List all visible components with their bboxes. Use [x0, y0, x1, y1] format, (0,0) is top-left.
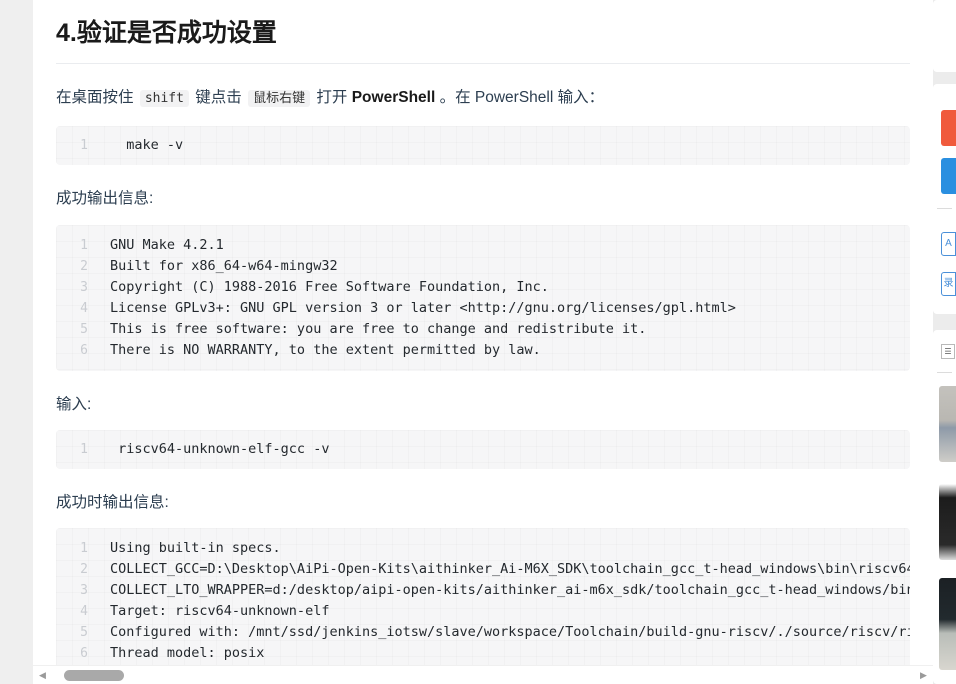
code-text: Thread model: posix [110, 644, 265, 661]
scroll-right-arrow-icon[interactable]: ▶ [914, 666, 933, 684]
code-text: There is NO WARRANTY, to the extent perm… [110, 341, 541, 358]
right-side-rail: A 录 ☰ [933, 0, 956, 684]
code-rows: 1 riscv64-unknown-elf-gcc -v [56, 430, 910, 469]
screen-root: 4.验证是否成功设置 在桌面按住 shift 键点击 鼠标右键 打开 Power… [0, 0, 956, 684]
code-line: 3 COLLECT_LTO_WRAPPER=d:/desktop/aipi-op… [56, 580, 910, 601]
thumbnail-item-2[interactable] [939, 484, 956, 560]
line-number: 6 [80, 645, 88, 661]
code-text: Configured with: /mnt/ssd/jenkins_iotsw/… [110, 623, 910, 640]
line-number: 5 [80, 624, 88, 640]
code-block-gcc-version-output[interactable]: 1 Using built-in specs. 2 COLLECT_GCC=D:… [56, 527, 910, 684]
line-number: 5 [80, 321, 88, 337]
heading-divider [56, 63, 910, 65]
code-line: 2 COLLECT_GCC=D:\Desktop\AiPi-Open-Kits\… [56, 559, 910, 580]
code-block-gcc-version-cmd[interactable]: 1 riscv64-unknown-elf-gcc -v [56, 429, 910, 469]
code-block-make-version-output[interactable]: 1 GNU Make 4.2.1 2 Built for x86_64-w64-… [56, 224, 910, 371]
thumbnail-item-3[interactable] [939, 578, 956, 670]
rail-divider-1 [937, 208, 952, 209]
code-line: 5 Configured with: /mnt/ssd/jenkins_iots… [56, 622, 910, 643]
code-line: 2 Built for x86_64-w64-mingw32 [56, 256, 910, 277]
scroll-left-arrow-icon[interactable]: ◀ [33, 666, 52, 684]
code-line: 4 Target: riscv64-unknown-elf [56, 601, 910, 622]
label-input: 输入: [56, 395, 92, 413]
document-list-icon[interactable]: ☰ [941, 344, 955, 359]
article-sheet: 4.验证是否成功设置 在桌面按住 shift 键点击 鼠标右键 打开 Power… [33, 0, 933, 684]
rail-divider-2 [937, 372, 952, 373]
code-text: Using built-in specs. [110, 539, 281, 556]
code-text: COLLECT_LTO_WRAPPER=d:/desktop/aipi-open… [110, 581, 910, 598]
line-number: 6 [80, 342, 88, 358]
code-text: Copyright (C) 1988-2016 Free Software Fo… [110, 278, 549, 295]
code-line: 1 Using built-in specs. [56, 538, 910, 559]
outlined-action-button-2[interactable]: 录 [941, 272, 956, 296]
inline-code-shift: shift [139, 90, 189, 108]
outlined-action-button-1[interactable]: A [941, 232, 956, 256]
code-text: Built for x86_64-w64-mingw32 [110, 257, 338, 274]
inline-code-right-click: 鼠标右键 [248, 90, 311, 108]
intro-paragraph: 在桌面按住 shift 键点击 鼠标右键 打开 PowerShell 。在 Po… [56, 84, 910, 111]
label-success-output-time: 成功时输出信息: [56, 493, 169, 511]
line-number: 3 [80, 279, 88, 295]
code-line: 6 Thread model: posix [56, 643, 910, 664]
line-number: 1 [80, 138, 88, 154]
code-text: GNU Make 4.2.1 [110, 236, 224, 253]
line-number: 4 [80, 603, 88, 619]
page-left-gutter [0, 0, 33, 684]
page-title: 4.验证是否成功设置 [56, 19, 277, 47]
scrollbar-track[interactable] [52, 666, 914, 684]
scrollbar-thumb[interactable] [64, 669, 124, 681]
code-text: COLLECT_GCC=D:\Desktop\AiPi-Open-Kits\ai… [110, 560, 910, 577]
horizontal-scrollbar[interactable]: ◀ ▶ [33, 665, 933, 684]
line-number: 1 [80, 237, 88, 253]
code-rows: 1 make -v [56, 126, 910, 165]
intro-strong-powershell: PowerShell [351, 89, 436, 107]
code-line: 6 There is NO WARRANTY, to the extent pe… [56, 340, 910, 361]
code-text: Target: riscv64-unknown-elf [110, 602, 330, 619]
line-number: 1 [80, 540, 88, 556]
intro-suffix: 。在 PowerShell 输入： [435, 89, 605, 107]
line-number: 2 [80, 258, 88, 274]
code-text: riscv64-unknown-elf-gcc -v [110, 440, 330, 457]
label-success-output: 成功输出信息: [56, 190, 154, 208]
code-line: 5 This is free software: you are free to… [56, 319, 910, 340]
rail-card-top [933, 0, 956, 72]
intro-prefix: 在桌面按住 [56, 89, 138, 107]
line-number: 4 [80, 300, 88, 316]
line-number: 2 [80, 561, 88, 577]
intro-mid-1: 键点击 [190, 89, 247, 107]
line-number: 1 [80, 441, 88, 457]
line-number: 3 [80, 582, 88, 598]
code-line: 3 Copyright (C) 1988-2016 Free Software … [56, 277, 910, 298]
code-block-make-version-cmd[interactable]: 1 make -v [56, 126, 910, 166]
code-rows: 1 GNU Make 4.2.1 2 Built for x86_64-w64-… [56, 225, 910, 371]
code-line: 4 License GPLv3+: GNU GPL version 3 or l… [56, 298, 910, 319]
code-text: License GPLv3+: GNU GPL version 3 or lat… [110, 299, 736, 316]
collect-button[interactable] [941, 158, 956, 194]
thumbnail-item-1[interactable] [939, 386, 956, 462]
code-line: 1 riscv64-unknown-elf-gcc -v [56, 439, 910, 460]
share-button[interactable] [941, 110, 956, 146]
code-text: This is free software: you are free to c… [110, 320, 647, 337]
code-line: 1 make -v [56, 135, 910, 156]
code-text: make -v [110, 137, 184, 154]
code-line: 1 GNU Make 4.2.1 [56, 235, 910, 256]
code-rows: 1 Using built-in specs. 2 COLLECT_GCC=D:… [56, 528, 910, 684]
intro-mid-2: 打开 [312, 89, 352, 107]
